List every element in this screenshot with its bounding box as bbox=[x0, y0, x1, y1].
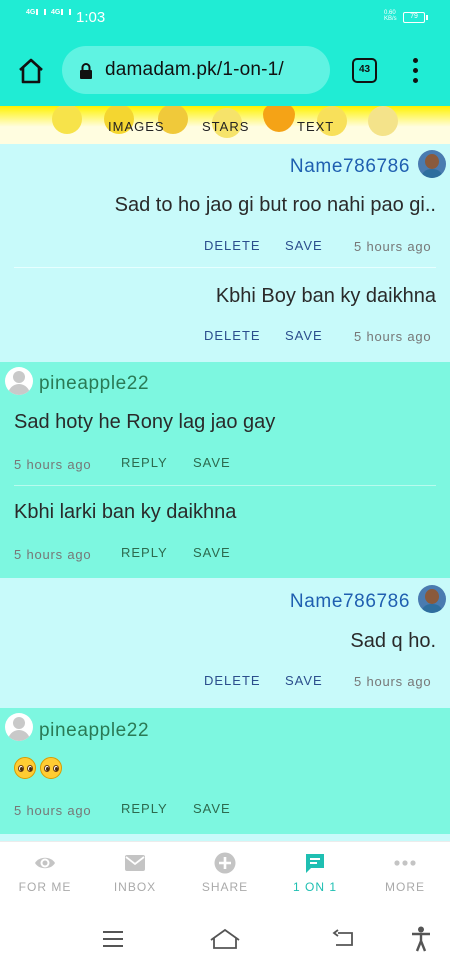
overflow-menu-icon[interactable] bbox=[405, 56, 425, 86]
timestamp: 5 hours ago bbox=[354, 674, 432, 689]
username[interactable]: pineapple22 bbox=[39, 373, 149, 395]
chat-icon bbox=[306, 854, 324, 873]
sunglasses-emoji-icon bbox=[52, 106, 82, 134]
category-strip: IMAGES STARS TEXT bbox=[0, 106, 450, 144]
message-group: pineapple22 Sad hoty he Rony lag jao gay… bbox=[0, 362, 450, 578]
timestamp: 5 hours ago bbox=[14, 547, 92, 562]
divider bbox=[14, 267, 436, 268]
envelope-icon bbox=[125, 855, 145, 871]
message-feed: Name786786 Sad to ho jao gi but roo nahi… bbox=[0, 144, 450, 841]
username[interactable]: pineapple22 bbox=[39, 720, 149, 742]
gear-emoji-icon bbox=[368, 106, 398, 136]
nav-label: FOR ME bbox=[18, 880, 72, 894]
message-text: Sad to ho jao gi but roo nahi pao gi.. bbox=[114, 194, 436, 216]
home-icon[interactable] bbox=[16, 56, 46, 86]
timestamp: 5 hours ago bbox=[14, 803, 92, 818]
nav-label: MORE bbox=[385, 880, 425, 894]
signal-icon-2: 4G bbox=[51, 9, 72, 16]
delete-button[interactable]: DELETE bbox=[204, 673, 261, 688]
nav-label: INBOX bbox=[113, 880, 157, 894]
divider bbox=[14, 485, 436, 486]
username[interactable]: Name786786 bbox=[290, 156, 410, 178]
status-bar: 4G 4G 1:03 0.60 KB/s 79 bbox=[0, 0, 450, 34]
message-text: Sad hoty he Rony lag jao gay bbox=[14, 411, 276, 433]
recents-menu-icon[interactable] bbox=[102, 930, 124, 948]
signal-icon: 4G bbox=[26, 9, 47, 16]
reply-button[interactable]: REPLY bbox=[121, 801, 168, 816]
avatar[interactable] bbox=[418, 585, 446, 613]
nav-label: SHARE bbox=[201, 880, 249, 894]
timestamp: 5 hours ago bbox=[354, 239, 432, 254]
accessibility-icon[interactable] bbox=[410, 926, 432, 952]
nav-inbox[interactable]: INBOX bbox=[90, 842, 180, 914]
reply-button[interactable]: REPLY bbox=[121, 455, 168, 470]
delete-button[interactable]: DELETE bbox=[204, 328, 261, 343]
nav-label: 1 ON 1 bbox=[292, 880, 337, 894]
avatar[interactable] bbox=[418, 150, 446, 178]
reply-button[interactable]: REPLY bbox=[121, 545, 168, 560]
back-icon[interactable] bbox=[332, 929, 356, 949]
net-speed: 0.60 KB/s bbox=[384, 10, 397, 22]
nav-stars[interactable]: STARS bbox=[202, 119, 249, 134]
message-text: Kbhi Boy ban ky daikhna bbox=[215, 285, 436, 307]
lock-icon bbox=[80, 63, 92, 79]
tab-count-button[interactable]: 43 bbox=[352, 58, 377, 83]
heart-icon bbox=[263, 106, 295, 132]
save-button[interactable]: SAVE bbox=[285, 238, 323, 253]
message-group: pineapple22 🥺🥺 5 hours ago REPLY SAVE bbox=[0, 708, 450, 834]
bottom-navigation: FOR ME INBOX SHARE 1 ON 1 MORE bbox=[0, 841, 450, 913]
save-button[interactable]: SAVE bbox=[193, 455, 231, 470]
timestamp: 5 hours ago bbox=[354, 329, 432, 344]
save-button[interactable]: SAVE bbox=[193, 801, 231, 816]
nav-share[interactable]: SHARE bbox=[180, 842, 270, 914]
save-button[interactable]: SAVE bbox=[285, 328, 323, 343]
message-group bbox=[0, 834, 450, 841]
timestamp: 5 hours ago bbox=[14, 457, 92, 472]
delete-button[interactable]: DELETE bbox=[204, 238, 261, 253]
nav-for-me[interactable]: FOR ME bbox=[0, 842, 90, 914]
avatar[interactable] bbox=[5, 367, 33, 395]
browser-toolbar: damadam.pk/1-on-1/ 43 bbox=[0, 34, 450, 106]
nav-1-on-1[interactable]: 1 ON 1 bbox=[270, 842, 360, 914]
address-bar[interactable]: damadam.pk/1-on-1/ bbox=[62, 46, 330, 94]
save-button[interactable]: SAVE bbox=[285, 673, 323, 688]
clock: 1:03 bbox=[76, 9, 106, 26]
battery-icon: 79 bbox=[403, 12, 428, 23]
plus-circle-icon bbox=[214, 852, 236, 874]
message-text: Kbhi larki ban ky daikhna bbox=[14, 501, 237, 523]
dots-icon bbox=[394, 860, 416, 866]
nav-images[interactable]: IMAGES bbox=[108, 119, 165, 134]
save-button[interactable]: SAVE bbox=[193, 545, 231, 560]
url-text[interactable]: damadam.pk/1-on-1/ bbox=[105, 59, 284, 81]
nav-more[interactable]: MORE bbox=[360, 842, 450, 914]
username[interactable]: Name786786 bbox=[290, 591, 410, 613]
avatar[interactable] bbox=[5, 713, 33, 741]
eye-icon bbox=[35, 857, 55, 869]
home-system-icon[interactable] bbox=[209, 928, 241, 950]
system-navigation-bar bbox=[0, 913, 450, 965]
message-text: 🥺🥺 bbox=[14, 757, 64, 782]
message-group: Name786786 Sad q ho. DELETE SAVE 5 hours… bbox=[0, 578, 450, 708]
message-group: Name786786 Sad to ho jao gi but roo nahi… bbox=[0, 144, 450, 362]
message-text: Sad q ho. bbox=[350, 630, 436, 652]
nav-text[interactable]: TEXT bbox=[297, 119, 334, 134]
